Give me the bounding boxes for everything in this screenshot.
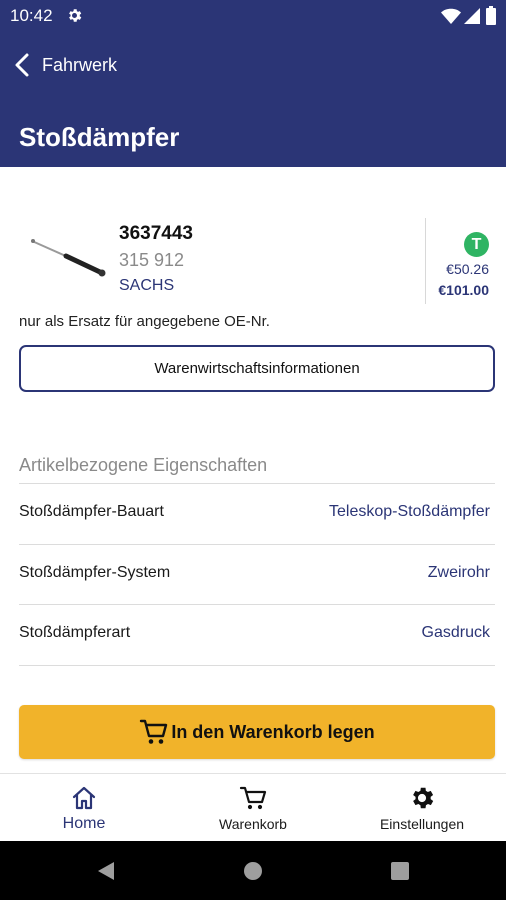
- price-divider: [425, 218, 426, 304]
- chevron-left-icon: [15, 53, 29, 77]
- nav-label-cart: Warenkorb: [219, 816, 287, 832]
- price-net: €50.26: [446, 261, 489, 277]
- divider: [19, 665, 495, 666]
- add-to-cart-label: In den Warenkorb legen: [171, 721, 375, 742]
- home-icon: [72, 786, 96, 810]
- property-key: Stoßdämpfer-Bauart: [19, 503, 164, 520]
- article-number: 3637443: [119, 223, 193, 244]
- nav-label-home: Home: [62, 815, 106, 832]
- property-value: Teleskop-Stoßdämpfer: [329, 503, 490, 520]
- nav-item-home[interactable]: Home: [0, 774, 168, 842]
- status-bar: 10:42: [0, 0, 506, 32]
- property-key: Stoßdämpfer-System: [19, 564, 171, 581]
- price-gross: €101.00: [438, 282, 489, 298]
- property-value: Zweirohr: [427, 564, 490, 581]
- property-key: Stoßdämpferart: [19, 624, 131, 641]
- system-home-icon[interactable]: [243, 861, 263, 881]
- system-recents-icon[interactable]: [391, 861, 409, 881]
- shock-absorber-image: [31, 239, 106, 277]
- gear-icon: [413, 787, 434, 809]
- back-label: Fahrwerk: [42, 54, 118, 75]
- product-summary[interactable]: 3637443 315 912 SACHS T €50.26 €101.00: [0, 215, 506, 305]
- battery-icon: [486, 6, 496, 25]
- property-row: Stoßdämpfer-Bauart Teleskop-Stoßdämpfer: [19, 484, 495, 544]
- system-back-icon[interactable]: [96, 861, 116, 881]
- add-to-cart-button[interactable]: In den Warenkorb legen: [19, 705, 495, 759]
- page-title: Stoßdämpfer: [19, 122, 180, 152]
- nav-item-cart[interactable]: Warenkorb: [169, 774, 337, 842]
- nav-label-settings: Einstellungen: [379, 816, 465, 832]
- cart-icon: [140, 719, 168, 744]
- status-time: 10:42: [10, 6, 53, 25]
- bottom-navigation: Home Warenkorb Einstellungen: [0, 773, 506, 841]
- property-row: Stoßdämpferart Gasdruck: [19, 605, 495, 665]
- nav-item-settings[interactable]: Einstellungen: [338, 774, 506, 842]
- oe-number: 315 912: [119, 250, 185, 270]
- availability-badge: T: [464, 232, 489, 257]
- back-button[interactable]: Fahrwerk: [12, 48, 117, 82]
- property-value: Gasdruck: [421, 624, 490, 641]
- properties-heading: Artikelbezogene Eigenschaften: [19, 455, 268, 475]
- app-bar: Fahrwerk Stoßdämpfer: [0, 32, 506, 167]
- settings-notification-icon: [69, 9, 82, 22]
- system-navigation-bar: [0, 841, 506, 900]
- inventory-info-button[interactable]: Warenwirtschaftsinformationen: [19, 345, 495, 392]
- signal-icon: [464, 8, 480, 24]
- brand-name: SACHS: [119, 277, 175, 294]
- wifi-icon: [441, 8, 461, 24]
- replacement-note: nur als Ersatz für angegebene OE-Nr.: [19, 313, 270, 330]
- property-row: Stoßdämpfer-System Zweirohr: [19, 545, 495, 605]
- cart-icon: [239, 786, 267, 810]
